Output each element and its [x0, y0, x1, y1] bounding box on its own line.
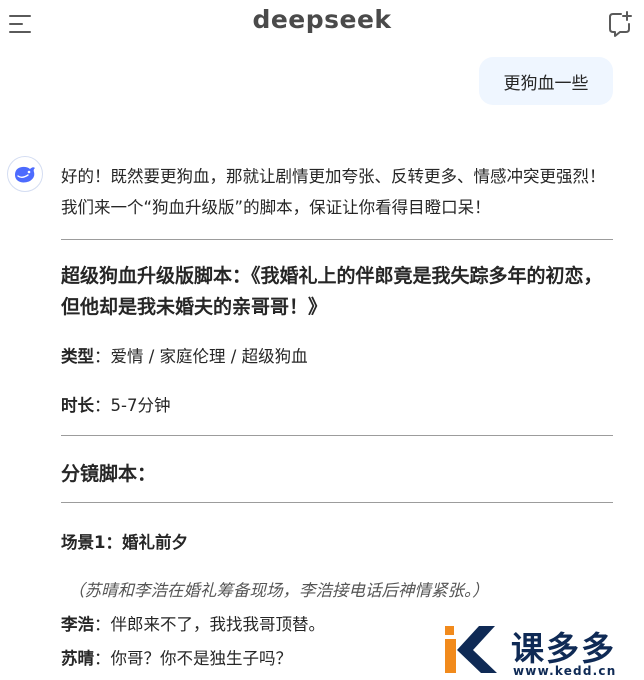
- speaker-name: 李浩: [61, 615, 94, 634]
- dialogue-text: ：你哥？你不是独生子吗？: [94, 649, 292, 668]
- stage-direction: （苏晴和李浩在婚礼筹备现场，李浩接电话后神情紧张。）: [68, 581, 489, 600]
- type-value: ：爱情 / 家庭伦理 / 超级狗血: [94, 347, 308, 366]
- divider: [61, 435, 613, 436]
- dialogue-text: ：伴郎来不了，我找我哥顶替。: [94, 615, 325, 634]
- scene-heading: 场景1：婚礼前夕: [61, 533, 188, 552]
- user-message-bubble: 更狗血一些: [479, 57, 613, 105]
- dialogue-line: 李浩：伴郎来不了，我找我哥顶替。: [61, 611, 325, 635]
- speaker-name: 苏晴: [61, 649, 94, 668]
- assistant-intro-text: 好的！既然要更狗血，那就让剧情更加夸张、反转更多、情感冲突更强烈！我们来一个“狗…: [61, 167, 606, 217]
- watermark-url: www.kedd.cn: [513, 664, 617, 678]
- storyboard-heading: 分镜脚本：: [61, 463, 157, 485]
- dialogue-line: 苏晴：你哥？你不是独生子吗？: [61, 645, 292, 669]
- duration-value: ：5-7分钟: [94, 396, 171, 415]
- deepseek-whale-icon: [7, 156, 43, 192]
- type-line: 类型：爱情 / 家庭伦理 / 超级狗血: [61, 343, 308, 367]
- top-bar: deepseek: [0, 0, 644, 48]
- watermark-logo-icon: [445, 626, 497, 673]
- script-title: 超级狗血升级版脚本：《我婚礼上的伴郎竟是我失踪多年的初恋，但他却是我未婚夫的亲哥…: [61, 265, 603, 318]
- watermark: 课多多 www.kedd.cn: [445, 622, 644, 680]
- duration-label: 时长: [61, 396, 94, 415]
- duration-line: 时长：5-7分钟: [61, 392, 170, 416]
- brand-logo: deepseek: [252, 5, 392, 34]
- type-label: 类型: [61, 347, 94, 366]
- watermark-text: 课多多: [511, 629, 616, 668]
- divider: [61, 502, 613, 503]
- divider: [61, 239, 613, 240]
- new-chat-icon[interactable]: [606, 10, 634, 38]
